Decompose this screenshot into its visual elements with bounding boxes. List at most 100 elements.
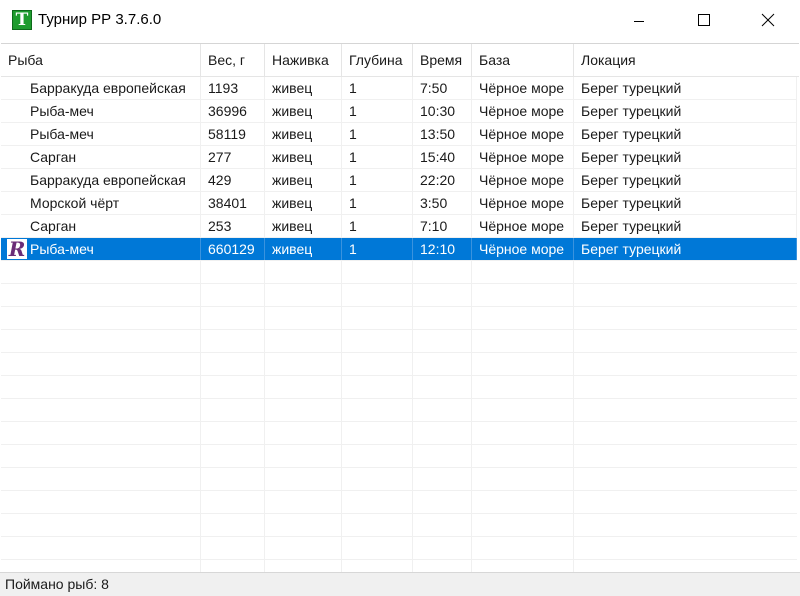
grid-line (573, 284, 574, 307)
cell-fish: Рыба-меч (1, 100, 201, 122)
cell-location: Берег турецкий (574, 146, 797, 168)
grid-line (412, 284, 413, 307)
grid-line (573, 537, 574, 560)
grid-line (471, 422, 472, 445)
table-row[interactable]: Рыба-меч 58119 живец 1 13:50 Чёрное море Берег… (1, 123, 797, 146)
empty-row (1, 261, 797, 284)
column-header-weight[interactable]: Вес, г (201, 44, 265, 76)
column-header-depth[interactable]: Глубина (342, 44, 413, 76)
list-rows: Барракуда европейская 1193 живец 1 7:50 Чёрно… (1, 77, 799, 572)
grid-line (341, 445, 342, 468)
cell-time: 3:50 (413, 192, 472, 214)
cell-bait: живец (265, 192, 342, 214)
grid-line (412, 307, 413, 330)
table-row[interactable]: Барракуда европейская 1193 живец 1 7:50 Чёрно… (1, 77, 797, 100)
cell-base: Чёрное море (472, 215, 574, 237)
grid-line (573, 468, 574, 491)
grid-line (471, 261, 472, 284)
close-button[interactable] (745, 0, 791, 42)
app-window: T Турнир РР 3.7.6.0 Рыба Вес, г Наживка … (0, 0, 800, 596)
empty-row (1, 514, 797, 537)
grid-line (264, 491, 265, 514)
empty-row (1, 307, 797, 330)
table-row[interactable]: Сарган 277 живец 1 15:40 Чёрное море Берег тур… (1, 146, 797, 169)
grid-line (341, 560, 342, 572)
column-header-fish[interactable]: Рыба (1, 44, 201, 76)
cell-weight: 36996 (201, 100, 265, 122)
grid-line (412, 514, 413, 537)
minimize-icon (634, 21, 644, 22)
empty-row (1, 376, 797, 399)
cell-time: 7:10 (413, 215, 472, 237)
cell-weight: 277 (201, 146, 265, 168)
cell-fish: Морской чёрт (1, 192, 201, 214)
grid-line (341, 514, 342, 537)
cell-bait: живец (265, 215, 342, 237)
cell-bait: живец (265, 123, 342, 145)
cell-bait: живец (265, 77, 342, 99)
title-bar[interactable]: T Турнир РР 3.7.6.0 (0, 0, 800, 42)
grid-line (200, 560, 201, 572)
cell-time: 22:20 (413, 169, 472, 191)
list-header: Рыба Вес, г Наживка Глубина Время База Л… (1, 44, 799, 77)
empty-row (1, 537, 797, 560)
grid-line (573, 514, 574, 537)
cell-base: Чёрное море (472, 146, 574, 168)
minimize-button[interactable] (616, 0, 662, 42)
grid-line (412, 537, 413, 560)
cell-time: 13:50 (413, 123, 472, 145)
grid-line (573, 353, 574, 376)
grid-line (471, 284, 472, 307)
grid-line (264, 261, 265, 284)
empty-row (1, 353, 797, 376)
grid-line (471, 537, 472, 560)
empty-row (1, 330, 797, 353)
empty-row (1, 445, 797, 468)
grid-line (573, 261, 574, 284)
grid-line (200, 284, 201, 307)
grid-line (200, 353, 201, 376)
column-header-time[interactable]: Время (413, 44, 472, 76)
cell-base: Чёрное море (472, 238, 574, 260)
grid-line (471, 399, 472, 422)
table-row[interactable]: Морской чёрт 38401 живец 1 3:50 Чёрное море Бе… (1, 192, 797, 215)
cell-fish: Сарган (1, 215, 201, 237)
grid-line (573, 399, 574, 422)
cell-base: Чёрное море (472, 100, 574, 122)
table-row[interactable]: Рыба-меч 660129 живец 1 12:10 Чёрное море Бере… (1, 238, 797, 261)
grid-line (412, 491, 413, 514)
cell-bait: живец (265, 169, 342, 191)
grid-line (341, 307, 342, 330)
grid-line (200, 330, 201, 353)
table-row[interactable]: Сарган 253 живец 1 7:10 Чёрное море Берег туре… (1, 215, 797, 238)
cell-weight: 1193 (201, 77, 265, 99)
maximize-icon (698, 14, 710, 26)
grid-line (341, 537, 342, 560)
maximize-button[interactable] (681, 0, 727, 42)
column-header-bait[interactable]: Наживка (265, 44, 342, 76)
grid-line (264, 445, 265, 468)
column-header-base[interactable]: База (472, 44, 574, 76)
catch-list[interactable]: Рыба Вес, г Наживка Глубина Время База Л… (1, 43, 799, 572)
grid-line (264, 560, 265, 572)
grid-line (200, 445, 201, 468)
grid-line (200, 399, 201, 422)
grid-line (200, 468, 201, 491)
cell-time: 15:40 (413, 146, 472, 168)
table-row[interactable]: Рыба-меч 36996 живец 1 10:30 Чёрное море Берег… (1, 100, 797, 123)
grid-line (471, 330, 472, 353)
grid-line (200, 514, 201, 537)
cell-bait: живец (265, 238, 342, 260)
status-bar: Поймано рыб: 8 (0, 572, 800, 596)
grid-line (573, 560, 574, 572)
column-header-location[interactable]: Локация (574, 44, 799, 76)
cell-fish: Барракуда европейская (1, 169, 201, 191)
grid-line (264, 307, 265, 330)
grid-line (412, 399, 413, 422)
cell-fish: Рыба-меч (1, 123, 201, 145)
table-row[interactable]: Барракуда европейская 429 живец 1 22:20 Чёрно… (1, 169, 797, 192)
grid-line (264, 514, 265, 537)
grid-line (200, 307, 201, 330)
grid-line (341, 261, 342, 284)
grid-line (573, 330, 574, 353)
